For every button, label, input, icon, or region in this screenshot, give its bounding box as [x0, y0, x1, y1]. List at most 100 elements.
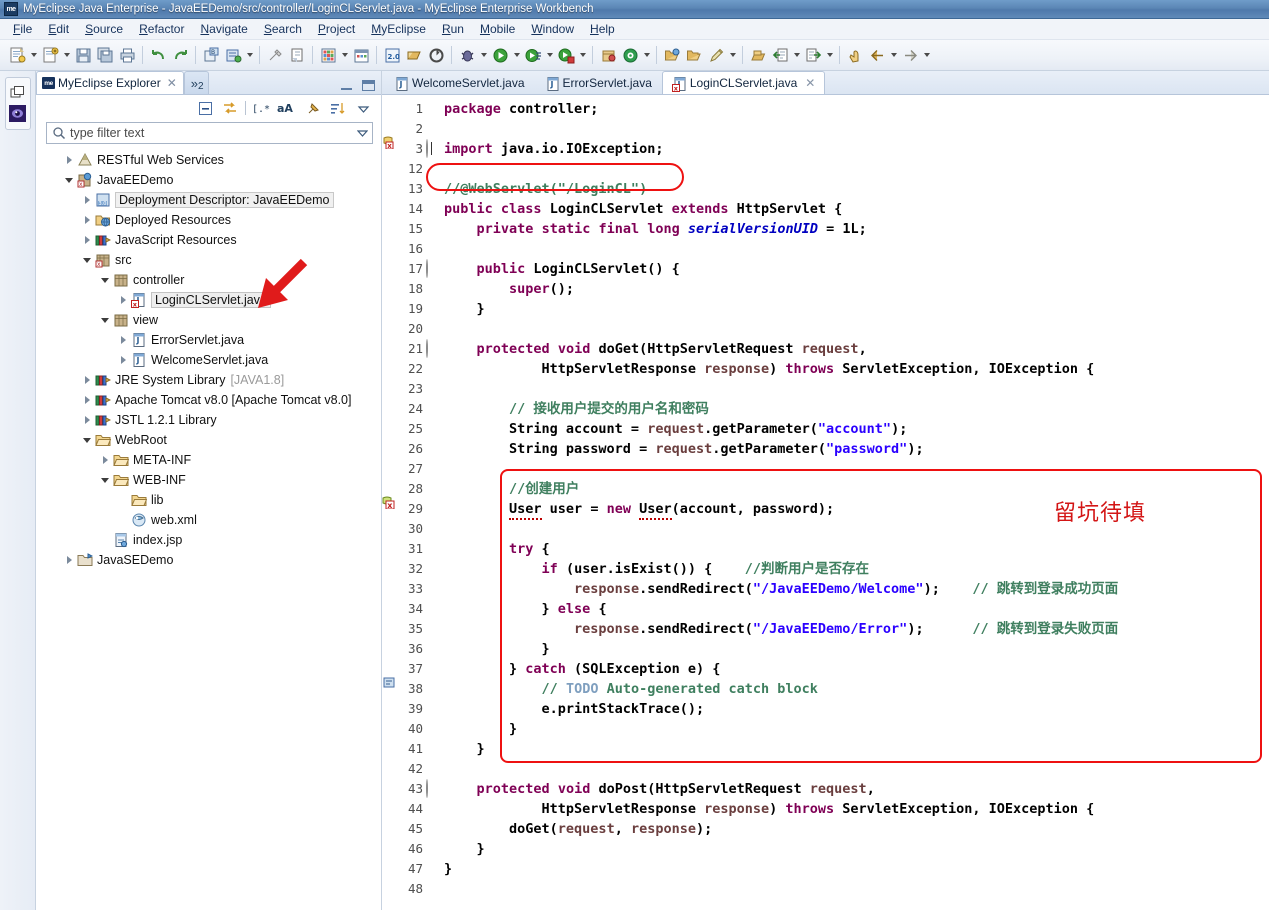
- tab-myeclipse-explorer[interactable]: me MyEclipse Explorer ✕: [36, 71, 184, 94]
- gutter-slot[interactable]: [382, 355, 398, 375]
- gutter-slot[interactable]: [382, 535, 398, 555]
- chevron-down-icon[interactable]: [511, 44, 522, 66]
- editor-body[interactable]: xx 1 2 3 12 13 14 15 16 17 18 19 20 21 22 23 24 25 26 27 28…: [382, 95, 1269, 910]
- gutter-slot[interactable]: [382, 655, 398, 675]
- gutter-slot[interactable]: [382, 395, 398, 415]
- gutter-slot[interactable]: [382, 875, 398, 895]
- chevron-down-icon[interactable]: [339, 44, 350, 66]
- fold-slot[interactable]: [426, 199, 440, 219]
- print-icon[interactable]: [116, 44, 138, 66]
- menu-item-mobile[interactable]: Mobile: [472, 20, 523, 38]
- fold-slot[interactable]: [426, 659, 440, 679]
- menu-item-myeclipse[interactable]: MyEclipse: [363, 20, 434, 38]
- tree-item-lib[interactable]: lib: [36, 490, 381, 510]
- fold-slot[interactable]: [426, 719, 440, 739]
- gutter-slot[interactable]: [382, 115, 398, 135]
- fold-collapse-icon[interactable]: [426, 779, 428, 798]
- debug-deploy-icon[interactable]: [222, 44, 244, 66]
- maximize-view-icon[interactable]: [362, 80, 375, 91]
- chevron-down-icon[interactable]: [80, 258, 94, 263]
- chevron-down-icon[interactable]: [544, 44, 555, 66]
- gutter-slot[interactable]: [382, 235, 398, 255]
- gutter-slot[interactable]: x: [382, 495, 398, 515]
- link-with-editor-icon[interactable]: [220, 98, 240, 118]
- menu-item-project[interactable]: Project: [310, 20, 363, 38]
- gutter-slot[interactable]: [382, 295, 398, 315]
- chevron-right-icon[interactable]: [80, 196, 94, 204]
- fold-slot[interactable]: [426, 119, 440, 139]
- close-icon[interactable]: ✕: [805, 76, 815, 90]
- fold-slot[interactable]: [426, 359, 440, 379]
- tree-item-javaeedemo[interactable]: x JavaEEDemo: [36, 170, 381, 190]
- editor-tab-welcomeservlet[interactable]: J WelcomeServlet.java: [384, 71, 535, 94]
- import-icon[interactable]: [769, 44, 791, 66]
- gutter-slot[interactable]: [382, 475, 398, 495]
- gutter-slot[interactable]: [382, 415, 398, 435]
- gutter-slot[interactable]: [382, 175, 398, 195]
- restore-view-icon[interactable]: [8, 82, 28, 102]
- chevron-down-icon[interactable]: [98, 318, 112, 323]
- fold-slot[interactable]: [426, 459, 440, 479]
- fold-slot[interactable]: [426, 519, 440, 539]
- minimize-view-icon[interactable]: [341, 82, 352, 90]
- view-menu-icon[interactable]: [353, 98, 373, 118]
- table-grid-icon[interactable]: [317, 44, 339, 66]
- collapse-all-icon[interactable]: [195, 98, 215, 118]
- coverage-icon[interactable]: [555, 44, 577, 66]
- fold-slot[interactable]: [426, 619, 440, 639]
- tree-item-jstl-1-2-1-library[interactable]: JSTL 1.2.1 Library: [36, 410, 381, 430]
- case-sensitive-icon[interactable]: aA: [276, 98, 298, 118]
- chevron-right-icon[interactable]: [98, 456, 112, 464]
- chevron-right-icon[interactable]: [80, 416, 94, 424]
- chevron-down-icon[interactable]: [791, 44, 802, 66]
- fold-slot[interactable]: [426, 579, 440, 599]
- tree-item-controller[interactable]: controller: [36, 270, 381, 290]
- fold-slot[interactable]: [426, 219, 440, 239]
- gutter-slot[interactable]: x: [382, 135, 398, 155]
- gutter-slot[interactable]: [382, 275, 398, 295]
- fold-slot[interactable]: [426, 639, 440, 659]
- open-file-icon[interactable]: [683, 44, 705, 66]
- project-tree[interactable]: RESTful Web Services x JavaEEDemo 3.0 Deploy…: [36, 148, 381, 910]
- fold-slot[interactable]: [426, 559, 440, 579]
- filter-input[interactable]: [66, 125, 354, 141]
- export-icon[interactable]: [802, 44, 824, 66]
- gutter-slot[interactable]: [382, 155, 398, 175]
- tree-item-view[interactable]: view: [36, 310, 381, 330]
- calendar-icon[interactable]: [350, 44, 372, 66]
- tree-item-deployment-descriptor-javaeedemo[interactable]: 3.0 Deployment Descriptor: JavaEEDemo: [36, 190, 381, 210]
- gutter-slot[interactable]: [382, 575, 398, 595]
- fold-slot[interactable]: [426, 759, 440, 779]
- fold-slot[interactable]: [426, 379, 440, 399]
- tree-item-deployed-resources[interactable]: Deployed Resources: [36, 210, 381, 230]
- prev-arrow-icon[interactable]: [866, 44, 888, 66]
- filter-regex-icon[interactable]: [.*]: [251, 98, 271, 118]
- menu-item-file[interactable]: File: [5, 20, 40, 38]
- gutter-slot[interactable]: [382, 775, 398, 795]
- gutter-slot[interactable]: [382, 95, 398, 115]
- gutter-slot[interactable]: [382, 515, 398, 535]
- new-java-project-icon[interactable]: [39, 44, 61, 66]
- tree-item-index-jsp[interactable]: index.jsp: [36, 530, 381, 550]
- menu-item-help[interactable]: Help: [582, 20, 623, 38]
- fold-slot[interactable]: [426, 479, 440, 499]
- gutter-slot[interactable]: [382, 715, 398, 735]
- web-20-icon[interactable]: 2.0: [381, 44, 403, 66]
- open-type-icon[interactable]: [286, 44, 308, 66]
- fold-slot[interactable]: [426, 419, 440, 439]
- filter-text-box[interactable]: [46, 122, 373, 144]
- tree-item-webroot[interactable]: WebRoot: [36, 430, 381, 450]
- redo-icon[interactable]: [169, 44, 191, 66]
- chevron-down-icon[interactable]: [62, 178, 76, 183]
- sort-icon[interactable]: [328, 98, 348, 118]
- chevron-right-icon[interactable]: [116, 336, 130, 344]
- fold-slot[interactable]: [426, 879, 440, 899]
- external-tools-icon[interactable]: [264, 44, 286, 66]
- myeclipse-perspective-icon[interactable]: [8, 103, 28, 123]
- gutter-slot[interactable]: [382, 675, 398, 695]
- chevron-down-icon[interactable]: [244, 44, 255, 66]
- chevron-right-icon[interactable]: [80, 376, 94, 384]
- chevron-right-icon[interactable]: [80, 236, 94, 244]
- new-wizard-icon[interactable]: [6, 44, 28, 66]
- fold-slot[interactable]: [426, 679, 440, 699]
